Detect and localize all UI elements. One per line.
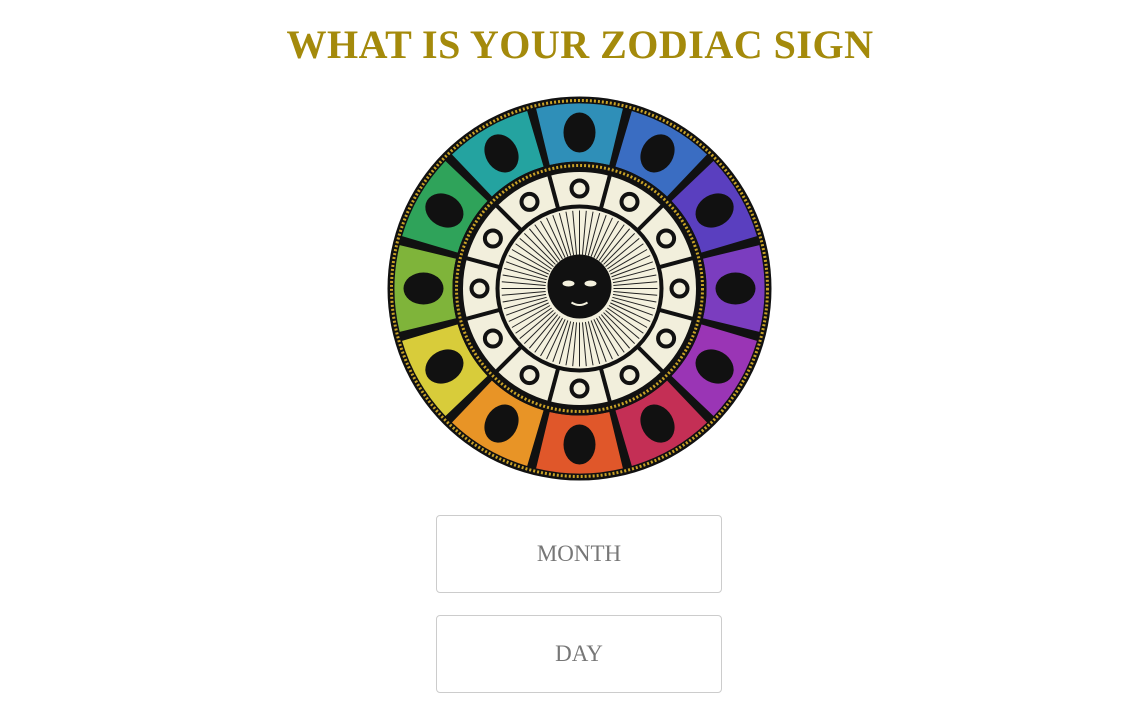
zodiac-figure-icon <box>403 272 444 305</box>
day-input[interactable] <box>436 615 722 693</box>
zodiac-wheel-image <box>387 96 772 481</box>
zodiac-figure-icon <box>715 272 756 305</box>
zodiac-figure-icon <box>563 112 596 153</box>
page: WHAT IS YOUR ZODIAC SIGN <box>0 0 1139 704</box>
page-title: WHAT IS YOUR ZODIAC SIGN <box>286 22 874 67</box>
zodiac-figure-icon <box>563 424 596 465</box>
month-input[interactable] <box>436 515 722 593</box>
sun-face-icon <box>547 254 612 319</box>
